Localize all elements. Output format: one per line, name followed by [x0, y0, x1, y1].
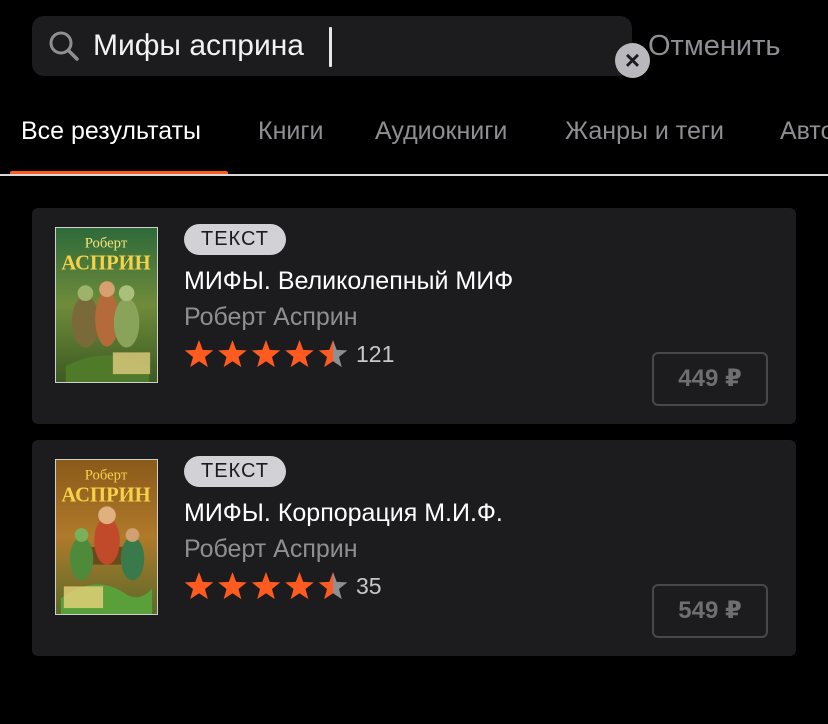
book-title[interactable]: МИФЫ. Корпорация М.И.Ф. — [184, 498, 503, 528]
book-author[interactable]: Роберт Асприн — [184, 302, 358, 332]
star-icon — [251, 572, 281, 600]
star-icon — [184, 572, 214, 600]
price-button[interactable]: 549 ₽ — [652, 584, 768, 638]
star-icon — [251, 340, 281, 368]
tab-bar: Все результаты Книги Аудиокниги Жанры и … — [0, 112, 828, 176]
rating-count: 35 — [356, 573, 382, 599]
price-button[interactable]: 449 ₽ — [652, 352, 768, 406]
book-title[interactable]: МИФЫ. Великолепный МИФ — [184, 266, 513, 296]
search-icon — [47, 29, 81, 63]
star-icon — [218, 340, 247, 368]
format-badge: ТЕКСТ — [184, 224, 286, 255]
result-card[interactable]: Роберт АСПРИН ТЕКСТ МИФЫ. Корпорация М.И… — [32, 440, 796, 656]
star-rating — [184, 340, 348, 368]
book-cover[interactable]: Роберт АСПРИН — [55, 227, 158, 383]
clear-icon: × — [624, 45, 641, 75]
star-icon — [218, 572, 247, 600]
tab-audiobooks[interactable]: Аудиокниги — [375, 116, 507, 146]
result-card[interactable]: Роберт АСПРИН ТЕКСТ МИФЫ. Великолепный М… — [32, 208, 796, 424]
star-rating — [184, 572, 348, 600]
cover-author-text: Роберт — [85, 468, 128, 484]
star-icon — [318, 340, 348, 368]
clear-search-button[interactable]: × — [615, 43, 650, 78]
cover-title-text: АСПРИН — [61, 252, 150, 274]
star-icon — [318, 572, 348, 600]
search-bar[interactable]: Мифы асприна × — [32, 16, 650, 78]
search-input[interactable]: Мифы асприна — [93, 30, 304, 62]
cancel-button[interactable]: Отменить — [648, 30, 781, 62]
cover-title-text: АСПРИН — [61, 484, 150, 506]
divider — [0, 174, 828, 176]
tab-books[interactable]: Книги — [258, 116, 323, 146]
format-badge: ТЕКСТ — [184, 456, 286, 487]
book-cover[interactable]: Роберт АСПРИН — [55, 459, 158, 615]
cover-author-text: Роберт — [85, 236, 128, 252]
tab-all-results[interactable]: Все результаты — [21, 116, 201, 146]
tab-genres-tags[interactable]: Жанры и теги — [565, 116, 724, 146]
book-author[interactable]: Роберт Асприн — [184, 534, 358, 564]
star-icon — [285, 340, 314, 368]
tab-authors[interactable]: Авто — [780, 116, 828, 146]
star-icon — [285, 572, 314, 600]
star-icon — [184, 340, 214, 368]
rating-count: 121 — [356, 341, 395, 367]
text-caret — [329, 27, 332, 67]
